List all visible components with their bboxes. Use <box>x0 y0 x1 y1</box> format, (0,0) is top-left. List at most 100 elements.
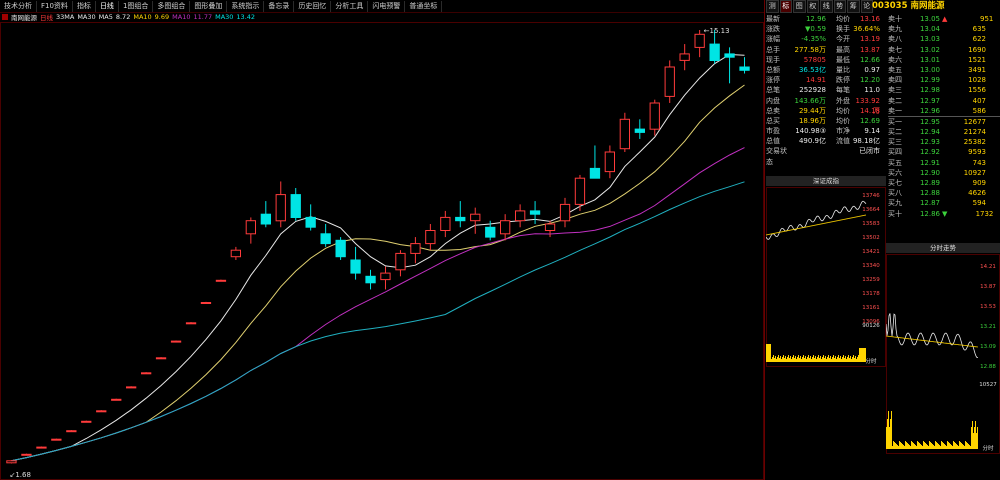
ask-row[interactable]: 卖二 12.97 407 <box>888 96 1000 106</box>
candle[interactable] <box>51 438 62 441</box>
book-l: 卖十 <box>888 15 902 23</box>
candle[interactable] <box>245 217 256 244</box>
book-v: 1690 <box>968 45 986 54</box>
right-tab[interactable]: 测 <box>766 0 779 13</box>
index-mini-chart[interactable]: 13746 13664 13583 13502 13421 13340 13259 13178… <box>766 187 886 367</box>
candle[interactable] <box>574 174 586 211</box>
bid-row[interactable]: 买六 12.90 10927 <box>888 168 1000 178</box>
candle[interactable] <box>81 420 92 423</box>
ask-row[interactable]: 卖十 13.05 ▲ 951 <box>888 14 1000 24</box>
right-tab[interactable]: 线 <box>820 0 833 13</box>
candle[interactable] <box>335 237 346 260</box>
candle[interactable] <box>455 201 466 228</box>
candle[interactable] <box>305 204 316 231</box>
candle[interactable] <box>500 214 511 241</box>
quote-v2: 12.69 <box>859 116 880 125</box>
right-tab[interactable]: 权 <box>806 0 819 13</box>
right-panel-tabs: 测标图权线势筹论 <box>766 0 874 13</box>
candle[interactable] <box>440 210 451 238</box>
candle[interactable] <box>96 410 107 413</box>
ask-row[interactable]: 卖四 12.99 1028 <box>888 75 1000 85</box>
candle[interactable] <box>66 430 77 433</box>
bid-row[interactable]: 买十 12.86 ▼ 1732 <box>888 209 1000 219</box>
candle[interactable] <box>290 188 301 221</box>
toolbar-button[interactable]: 闪电预警 <box>368 0 406 12</box>
ask-row[interactable]: 卖五 13.00 3491 <box>888 65 1000 75</box>
bid-row[interactable]: 买九 12.87 594 <box>888 198 1000 208</box>
toolbar-button[interactable]: 多图组合 <box>153 0 191 12</box>
candle[interactable] <box>395 250 406 277</box>
toolbar-button[interactable]: 技术分析 <box>0 0 37 12</box>
candle[interactable] <box>589 145 601 179</box>
ask-row[interactable]: 卖三 12.98 1556 <box>888 85 1000 95</box>
right-tab[interactable]: 筹 <box>847 0 860 13</box>
kline-chart[interactable]: ←15.13 ↙1.68 <box>0 22 764 480</box>
candle[interactable] <box>200 301 212 304</box>
candle[interactable] <box>350 246 361 280</box>
candle[interactable] <box>260 201 272 228</box>
candle[interactable] <box>230 246 241 260</box>
candle[interactable] <box>365 269 376 290</box>
candle[interactable] <box>410 237 421 264</box>
info-period[interactable]: 日线 <box>40 12 53 22</box>
candle[interactable] <box>559 197 571 228</box>
candle[interactable] <box>111 398 122 401</box>
info-ma-label: 33MA <box>56 13 75 21</box>
toolbar-button[interactable]: 1图组合 <box>119 0 154 12</box>
bid-row[interactable]: 买四 12.92 9593 <box>888 147 1000 157</box>
candle[interactable] <box>470 207 481 234</box>
ask-row[interactable]: 卖八 13.03 622 <box>888 34 1000 44</box>
bid-row[interactable]: 买八 12.88 4626 <box>888 188 1000 198</box>
candle[interactable] <box>21 453 32 456</box>
candle[interactable] <box>739 57 750 74</box>
bid-row[interactable]: 买七 12.89 909 <box>888 178 1000 188</box>
candle[interactable] <box>664 60 675 103</box>
candle[interactable] <box>604 145 616 179</box>
ask-row[interactable]: 卖七 13.02 1690 <box>888 45 1000 55</box>
candle[interactable] <box>634 119 646 139</box>
candle[interactable] <box>320 223 331 247</box>
ask-row[interactable]: 卖六 13.01 1521 <box>888 55 1000 65</box>
toolbar-button[interactable]: 普通坐标 <box>405 0 443 12</box>
candle[interactable] <box>515 204 526 228</box>
candle[interactable] <box>529 201 541 224</box>
candle[interactable] <box>170 340 182 343</box>
candle[interactable] <box>380 266 391 290</box>
stock-mini-chart[interactable]: 14.21 13.87 13.53 13.21 13.09 12.88 10527 分时 <box>886 254 1000 454</box>
quote-v2: 11.0 <box>864 86 880 95</box>
ask-row[interactable]: 卖一 12.96 586 <box>888 106 1000 116</box>
candle[interactable] <box>6 460 17 464</box>
toolbar-button[interactable]: F10资料 <box>37 0 73 12</box>
candle[interactable] <box>619 112 631 153</box>
index-foot: 分时 <box>865 357 877 365</box>
right-tab[interactable]: 图 <box>793 0 806 13</box>
toolbar-button[interactable]: 备忘录 <box>264 0 295 12</box>
ask-row[interactable]: 卖九 13.04 635 <box>888 24 1000 34</box>
toolbar-button[interactable]: 指标 <box>73 0 96 12</box>
right-tab[interactable]: 势 <box>833 0 846 13</box>
bid-row[interactable]: 买一 12.95 12677 <box>888 115 1000 127</box>
book-l: 买十 <box>888 209 902 218</box>
candle[interactable] <box>126 386 137 389</box>
bid-row[interactable]: 买五 12.91 743 <box>888 158 1000 168</box>
candle[interactable] <box>544 220 556 238</box>
toolbar-button[interactable]: 日线 <box>96 0 119 12</box>
candle[interactable] <box>425 223 436 251</box>
candle[interactable] <box>36 446 47 449</box>
candle[interactable] <box>185 322 197 325</box>
toolbar-button[interactable]: 分析工具 <box>331 0 369 12</box>
right-tab[interactable]: 标 <box>779 0 792 13</box>
candle[interactable] <box>709 30 720 64</box>
candle[interactable] <box>155 357 167 360</box>
candle[interactable] <box>679 44 690 71</box>
toolbar-button[interactable]: 图形叠加 <box>190 0 228 12</box>
candle[interactable] <box>215 279 227 282</box>
candle[interactable] <box>275 181 286 228</box>
bid-row[interactable]: 买三 12.93 25382 <box>888 137 1000 147</box>
candle[interactable] <box>724 47 735 84</box>
toolbar-button[interactable]: 系统指示 <box>227 0 265 12</box>
candle[interactable] <box>141 372 152 375</box>
bid-row[interactable]: 买二 12.94 21274 <box>888 127 1000 137</box>
candle[interactable] <box>649 99 660 136</box>
toolbar-button[interactable]: 历史回忆 <box>294 0 332 12</box>
